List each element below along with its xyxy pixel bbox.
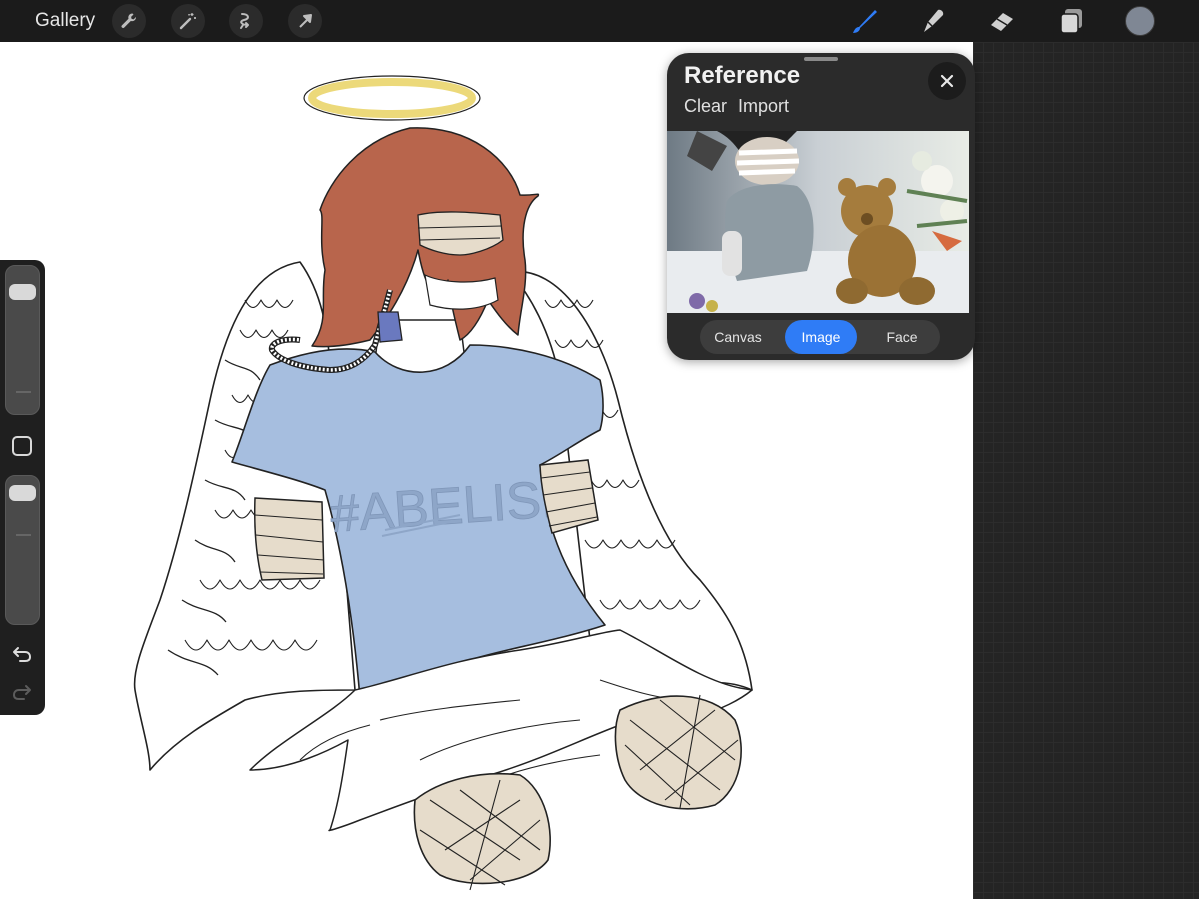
panel-grab-handle[interactable] <box>804 57 838 61</box>
magic-wand-icon[interactable] <box>171 4 205 38</box>
opacity-thumb[interactable] <box>9 485 36 502</box>
color-picker-swatch[interactable] <box>1125 6 1155 36</box>
reference-image <box>667 131 969 313</box>
layers-icon[interactable] <box>1054 4 1088 38</box>
undo-icon[interactable] <box>10 642 34 666</box>
reference-panel[interactable]: Reference Clear Import Canvas Image Face <box>667 53 975 360</box>
gallery-button[interactable]: Gallery <box>35 9 95 33</box>
segment-face[interactable]: Face <box>866 320 938 354</box>
redo-icon[interactable] <box>10 680 34 704</box>
top-toolbar: Gallery <box>0 0 1199 42</box>
reference-title: Reference <box>684 62 801 89</box>
modify-button[interactable] <box>12 436 32 456</box>
brush-size-thumb[interactable] <box>9 284 36 301</box>
brush-size-slider[interactable] <box>5 265 40 415</box>
left-arm-bandage <box>254 497 325 581</box>
slider-tick <box>16 391 31 393</box>
close-icon <box>940 74 954 88</box>
selection-icon[interactable] <box>229 4 263 38</box>
reference-mode-segmented-control: Canvas Image Face <box>700 320 940 354</box>
wrench-icon[interactable] <box>112 4 146 38</box>
right-leg-bandage <box>614 694 742 810</box>
smudge-icon[interactable] <box>916 4 950 38</box>
clear-button[interactable]: Clear <box>684 95 727 117</box>
brush-icon[interactable] <box>847 4 881 38</box>
segment-canvas[interactable]: Canvas <box>702 320 774 354</box>
right-arm-bandage <box>539 459 599 534</box>
opacity-slider[interactable] <box>5 475 40 625</box>
transform-arrow-icon[interactable] <box>288 4 322 38</box>
eraser-icon[interactable] <box>985 4 1019 38</box>
import-button[interactable]: Import <box>738 95 789 117</box>
halo-fill <box>308 78 476 118</box>
side-toolbar <box>0 260 45 715</box>
workspace-background <box>973 42 1199 899</box>
slider-tick <box>16 534 31 536</box>
close-button[interactable] <box>928 62 966 100</box>
left-leg-bandage <box>413 772 551 891</box>
segment-image[interactable]: Image <box>785 320 857 354</box>
